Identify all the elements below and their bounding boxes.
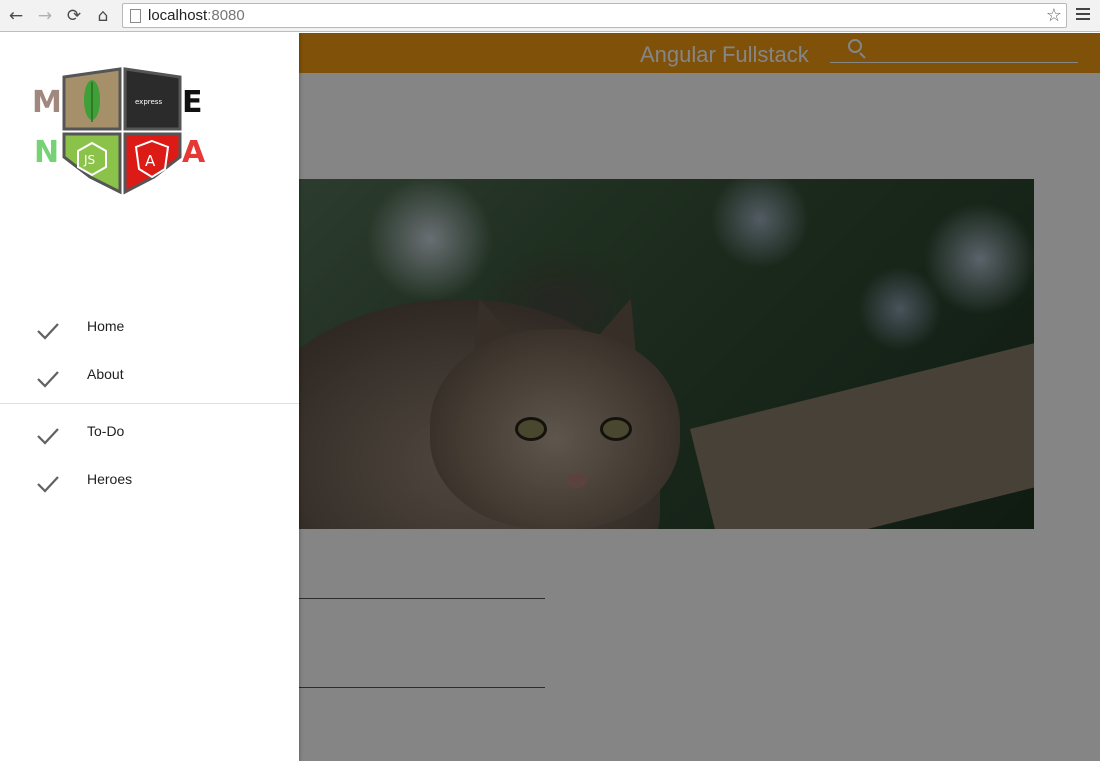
sidenav-item-label: Home <box>87 318 125 334</box>
address-bar[interactable]: localhost:8080 ☆ <box>122 3 1067 28</box>
browser-toolbar: ← → ⟳ ⌂ localhost:8080 ☆ <box>0 0 1100 32</box>
sidenav-list: Home About To-Do Heroes <box>0 303 299 504</box>
star-icon[interactable]: ☆ <box>1046 5 1062 26</box>
mean-logo: JS A express M E N A <box>30 67 215 197</box>
app-viewport: Angular Fullstack e <box>0 33 1100 761</box>
sidenav-item-home[interactable]: Home <box>0 303 299 351</box>
check-icon <box>37 428 59 445</box>
svg-text:JS: JS <box>83 153 95 167</box>
sidenav-item-todo[interactable]: To-Do <box>0 408 299 456</box>
check-icon <box>37 476 59 493</box>
sidenav-item-heroes[interactable]: Heroes <box>0 456 299 504</box>
check-icon <box>37 371 59 388</box>
forward-icon[interactable]: → <box>34 5 56 27</box>
logo-letter-e: E <box>182 85 203 120</box>
sidenav-item-label: To-Do <box>87 423 125 439</box>
url-text[interactable]: localhost:8080 <box>148 7 245 24</box>
check-icon <box>37 323 59 340</box>
sidenav-divider <box>0 403 299 404</box>
home-icon[interactable]: ⌂ <box>92 5 114 27</box>
sidenav-item-label: Heroes <box>87 471 133 487</box>
svg-text:A: A <box>145 152 156 170</box>
logo-letter-n: N <box>34 135 60 170</box>
reload-icon[interactable]: ⟳ <box>63 5 85 27</box>
sidenav-item-label: About <box>87 366 124 382</box>
sidenav: JS A express M E N A Home About To-Do He… <box>0 33 299 761</box>
sidenav-item-about[interactable]: About <box>0 351 299 399</box>
page-icon <box>130 9 141 23</box>
logo-letter-m: M <box>32 85 62 120</box>
svg-text:express: express <box>135 98 162 106</box>
back-icon[interactable]: ← <box>5 5 27 27</box>
logo-letter-a: A <box>182 135 206 170</box>
menu-icon[interactable] <box>1076 8 1090 22</box>
